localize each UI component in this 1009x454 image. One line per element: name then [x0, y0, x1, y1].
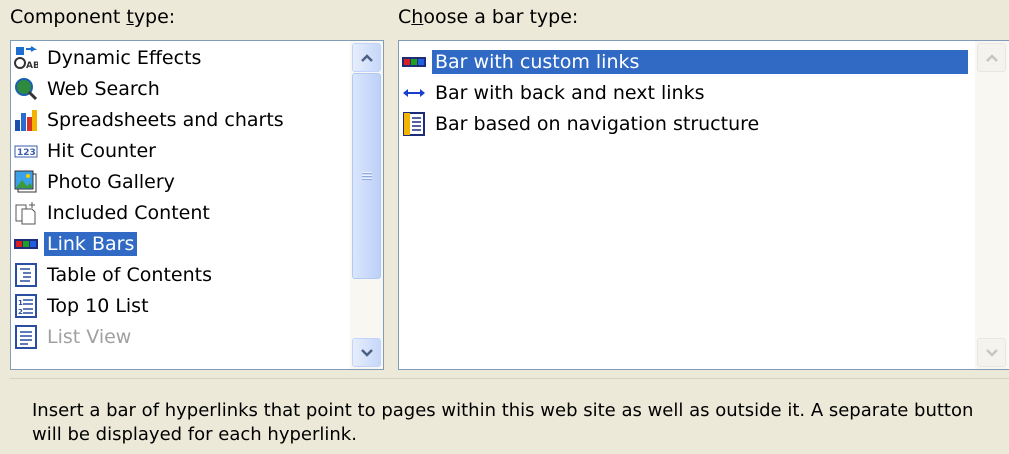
component-list-scrollbar[interactable] — [350, 41, 383, 369]
list-view-icon — [14, 324, 38, 349]
list-item-label: Photo Gallery — [47, 170, 175, 193]
list-item-label: Top 10 List — [47, 294, 149, 317]
list-item-label: Table of Contents — [47, 263, 212, 286]
scroll-up-button[interactable] — [352, 43, 381, 72]
list-item-back-next[interactable]: Bar with back and next links — [402, 77, 708, 108]
list-item-label: List View — [47, 325, 132, 348]
list-item-list-view[interactable]: List View — [14, 321, 134, 352]
included-content-icon — [14, 201, 38, 225]
list-item-navigation-structure[interactable]: Bar based on navigation structure — [402, 108, 762, 139]
list-item-hit-counter[interactable]: 123 Hit Counter — [14, 135, 159, 166]
list-item-link-bars[interactable]: Link Bars — [14, 228, 138, 259]
component-type-accelerator: t — [126, 6, 134, 28]
scroll-down-button[interactable] — [352, 338, 381, 367]
list-item-dynamic-effects[interactable]: AB Dynamic Effects — [14, 42, 204, 73]
svg-text:AB: AB — [26, 61, 38, 70]
list-item-label: Web Search — [47, 77, 160, 100]
list-item-label: Included Content — [47, 201, 210, 224]
list-item-label: Hit Counter — [47, 139, 156, 162]
component-type-label-part: Component — [10, 6, 127, 28]
bar-type-accelerator: h — [411, 6, 424, 28]
component-type-label: Component type: — [10, 6, 175, 28]
chevron-down-icon — [360, 348, 373, 357]
component-type-label-part: ype: — [133, 6, 176, 28]
hit-counter-icon: 123 — [14, 139, 38, 163]
list-item-photo-gallery[interactable]: Photo Gallery — [14, 166, 178, 197]
list-item-web-search[interactable]: Web Search — [14, 73, 163, 104]
chevron-up-icon — [985, 53, 998, 62]
list-item-top-10-list[interactable]: 12 Top 10 List — [14, 290, 152, 321]
list-item-label: Bar with back and next links — [435, 81, 705, 104]
grip-line — [362, 175, 372, 177]
link-bars-icon — [14, 232, 38, 256]
bar-type-label-part: C — [398, 6, 412, 28]
grip-line — [362, 172, 372, 174]
bar-type-list[interactable]: Bar with custom links Bar with back and … — [398, 40, 1009, 370]
component-type-list[interactable]: AB Dynamic Effects Web Search Spreadshee… — [10, 40, 384, 370]
list-item-custom-links[interactable]: Bar with custom links — [402, 46, 968, 77]
list-item-label: Bar based on navigation structure — [435, 112, 760, 135]
table-of-contents-icon — [14, 262, 38, 287]
svg-text:123: 123 — [17, 148, 36, 158]
list-item-label: Spreadsheets and charts — [47, 108, 284, 131]
spreadsheets-icon — [14, 108, 38, 132]
back-next-arrows-icon — [402, 81, 426, 105]
list-item-table-of-contents[interactable]: Table of Contents — [14, 259, 215, 290]
list-item-included-content[interactable]: Included Content — [14, 197, 213, 228]
bar-type-label: Choose a bar type: — [398, 6, 578, 28]
svg-text:1: 1 — [18, 299, 23, 307]
chevron-down-icon — [985, 348, 998, 357]
list-item-label: Bar with custom links — [432, 49, 968, 74]
list-item-label: Dynamic Effects — [47, 46, 202, 69]
web-search-icon — [14, 77, 38, 101]
chevron-up-icon — [360, 53, 373, 62]
dynamic-effects-icon: AB — [14, 45, 38, 70]
bar-type-scrollbar[interactable] — [975, 41, 1008, 369]
svg-text:2: 2 — [18, 308, 23, 316]
photo-gallery-icon — [14, 170, 38, 194]
description-panel: Insert a bar of hyperlinks that point to… — [10, 378, 1009, 454]
description-text: Insert a bar of hyperlinks that point to… — [32, 400, 974, 445]
list-item-spreadsheets[interactable]: Spreadsheets and charts — [14, 104, 287, 135]
scroll-down-button[interactable] — [977, 338, 1006, 367]
grip-line — [362, 178, 372, 180]
navigation-structure-icon — [402, 111, 426, 136]
custom-links-bar-icon — [402, 50, 426, 74]
bar-type-label-part: oose a bar type: — [423, 6, 579, 28]
top-10-list-icon: 12 — [14, 293, 38, 318]
scroll-up-button[interactable] — [977, 43, 1006, 72]
scroll-thumb[interactable] — [352, 73, 381, 279]
list-item-label: Link Bars — [44, 231, 138, 256]
